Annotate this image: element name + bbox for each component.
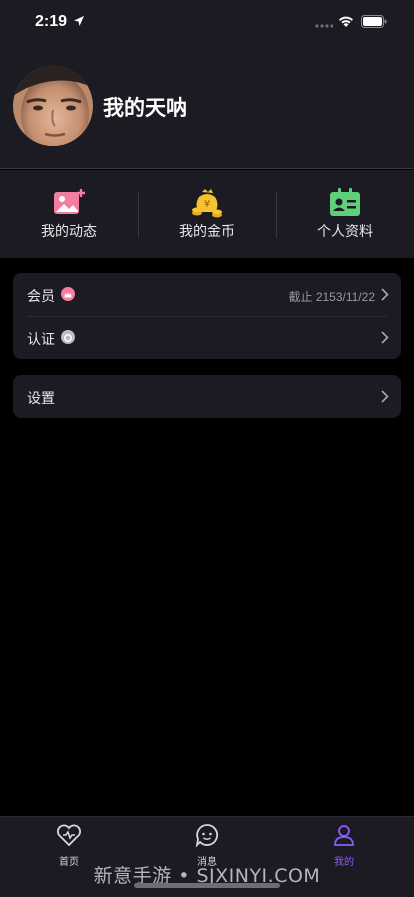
image-add-icon [54,189,85,214]
wifi-icon [339,16,353,27]
vip-row[interactable]: 会员 截止 2153/11/22 [13,273,401,317]
home-indicator [134,883,280,888]
chevron-right-icon [381,288,389,301]
user-icon [334,825,354,846]
quick-actions: 我的动态 ¥ 我的金币 个人资料 [0,170,414,258]
chevron-right-icon [381,331,389,344]
settings-row[interactable]: 设置 [13,375,401,418]
my-posts-button[interactable]: 我的动态 [0,170,138,258]
settings-card: 设置 [13,375,401,418]
membership-card: 会员 截止 2153/11/22 认证 [13,273,401,359]
vip-expiry: 截止 2153/11/22 [288,290,375,304]
quick-divider [138,192,139,238]
settings-label: 设置 [27,391,55,407]
verify-badge-icon [61,330,75,344]
nickname[interactable]: 我的天呐 [103,92,187,122]
vip-label: 会员 [27,289,55,305]
profile-header: 我的天呐 [0,46,414,169]
signal-dots-icon [315,24,333,28]
vip-crown-icon [61,287,75,301]
chevron-right-icon [381,390,389,403]
coin-bag-icon: ¥ [192,189,222,218]
svg-text:¥: ¥ [204,199,210,210]
avatar-photo [13,66,93,146]
quick-divider [276,192,277,238]
status-bar: 2:19 [0,0,414,46]
location-arrow-icon [74,16,84,26]
status-time: 2:19 [35,13,68,30]
id-card-icon [330,188,360,216]
my-coins-button[interactable]: ¥ 我的金币 [138,170,276,258]
chat-icon [195,824,219,848]
my-coins-label: 我的金币 [179,224,235,240]
verify-row[interactable]: 认证 [13,316,401,359]
header-divider [0,168,414,169]
verify-label: 认证 [27,332,55,348]
profile-info-button[interactable]: 个人资料 [276,170,414,258]
my-posts-label: 我的动态 [41,224,97,240]
heart-icon [57,824,81,847]
profile-info-label: 个人资料 [317,224,373,240]
avatar[interactable] [13,66,93,146]
battery-icon [361,15,387,28]
